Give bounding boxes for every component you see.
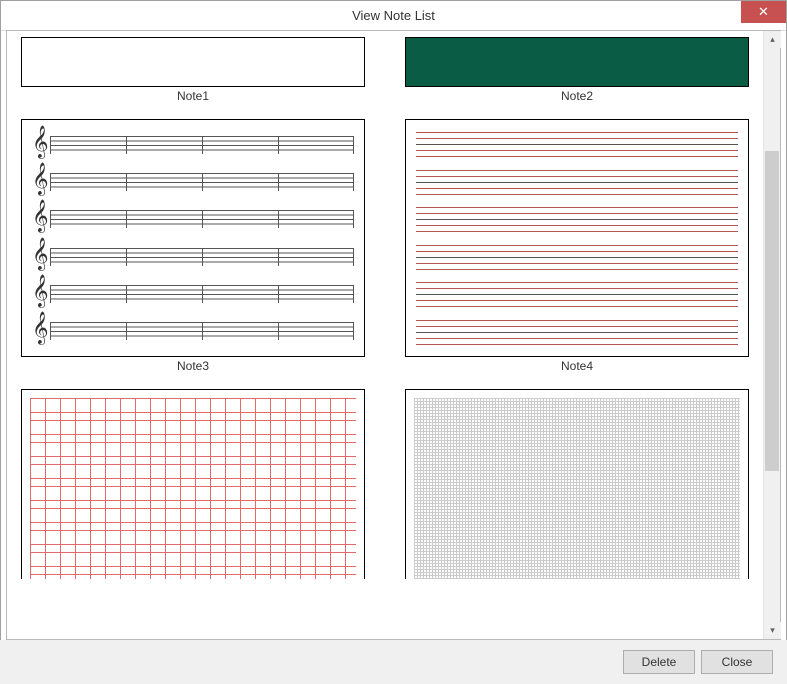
lined-paper-icon	[416, 132, 738, 344]
scroll-up-icon[interactable]: ▴	[764, 31, 781, 48]
note-thumbnail	[405, 389, 749, 579]
treble-clef-icon: 𝄞	[32, 315, 49, 343]
close-icon: ✕	[758, 4, 769, 20]
red-grid-icon	[30, 398, 356, 579]
note-thumbnail	[21, 389, 365, 579]
note-grid: Note1 Note2 𝄞 𝄞 𝄞 𝄞 𝄞 𝄞	[21, 37, 749, 579]
note-item-3[interactable]: 𝄞 𝄞 𝄞 𝄞 𝄞 𝄞 Note3	[21, 119, 365, 383]
note-label: Note4	[405, 357, 749, 383]
vertical-scrollbar[interactable]: ▴ ▾	[763, 31, 780, 639]
delete-button[interactable]: Delete	[623, 650, 695, 674]
green-board-icon	[406, 38, 748, 86]
footer-bar: Delete Close	[0, 640, 787, 684]
note-thumbnail	[405, 119, 749, 357]
treble-clef-icon: 𝄞	[32, 166, 49, 194]
note-item-1[interactable]: Note1	[21, 37, 365, 113]
window-title: View Note List	[1, 8, 786, 23]
content-panel: Note1 Note2 𝄞 𝄞 𝄞 𝄞 𝄞 𝄞	[6, 30, 781, 640]
note-thumbnail	[21, 37, 365, 87]
note-thumbnail	[405, 37, 749, 87]
treble-clef-icon: 𝄞	[32, 129, 49, 157]
titlebar: View Note List ✕	[1, 1, 786, 31]
scroll-thumb[interactable]	[765, 151, 779, 471]
note-item-4[interactable]: Note4	[405, 119, 749, 383]
window-close-button[interactable]: ✕	[741, 1, 786, 23]
note-list-scroll-area: Note1 Note2 𝄞 𝄞 𝄞 𝄞 𝄞 𝄞	[7, 31, 763, 639]
close-button[interactable]: Close	[701, 650, 773, 674]
note-item-2[interactable]: Note2	[405, 37, 749, 113]
music-staff-icon: 𝄞 𝄞 𝄞 𝄞 𝄞 𝄞	[32, 132, 354, 344]
note-label: Note3	[21, 357, 365, 383]
graph-paper-icon	[414, 398, 740, 579]
treble-clef-icon: 𝄞	[32, 278, 49, 306]
scroll-down-icon[interactable]: ▾	[764, 622, 781, 639]
note-label: Note2	[405, 87, 749, 113]
note-item-6[interactable]	[405, 389, 749, 579]
treble-clef-icon: 𝄞	[32, 241, 49, 269]
note-thumbnail: 𝄞 𝄞 𝄞 𝄞 𝄞 𝄞	[21, 119, 365, 357]
treble-clef-icon: 𝄞	[32, 203, 49, 231]
note-item-5[interactable]	[21, 389, 365, 579]
note-label: Note1	[21, 87, 365, 113]
